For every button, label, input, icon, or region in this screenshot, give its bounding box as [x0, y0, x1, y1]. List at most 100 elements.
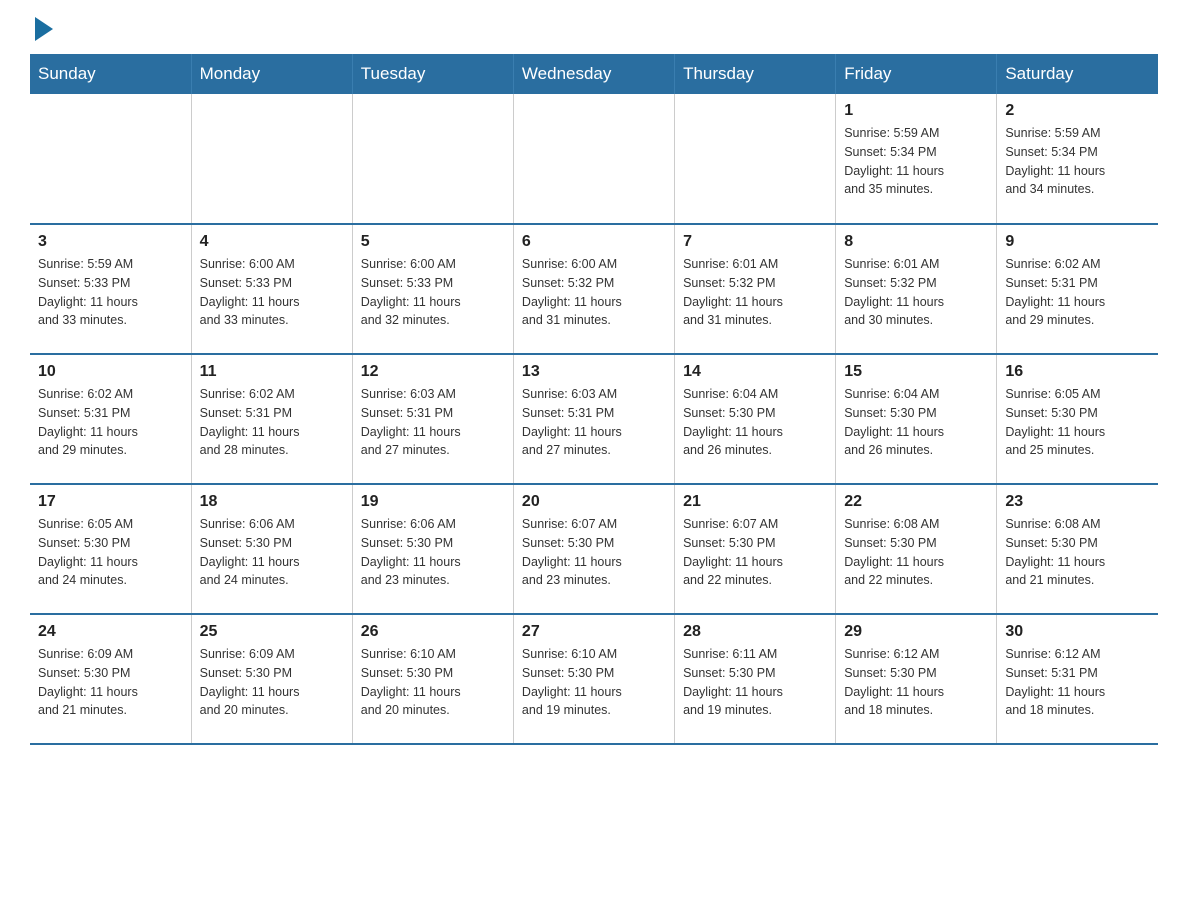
day-info: Sunrise: 6:04 AM Sunset: 5:30 PM Dayligh… — [683, 385, 827, 460]
day-number: 14 — [683, 363, 827, 381]
day-info: Sunrise: 6:09 AM Sunset: 5:30 PM Dayligh… — [200, 645, 344, 720]
day-number: 22 — [844, 493, 988, 511]
calendar-cell: 16Sunrise: 6:05 AM Sunset: 5:30 PM Dayli… — [997, 354, 1158, 484]
day-number: 3 — [38, 233, 183, 251]
logo-triangle-icon — [35, 17, 53, 41]
calendar-cell: 12 Sunrise: 6:03 AM Sunset: 5:31 PM Dayli… — [352, 354, 513, 484]
calendar-table: SundayMondayTuesdayWednesdayThursdayFrid… — [30, 54, 1158, 745]
day-number: 11 — [200, 363, 344, 381]
day-number: 12 — [361, 363, 505, 381]
week-row-2: 3 Sunrise: 5:59 AM Sunset: 5:33 PM Daylig… — [30, 224, 1158, 354]
weekday-header-wednesday: Wednesday — [513, 54, 674, 94]
day-number: 13 — [522, 363, 666, 381]
calendar-header: SundayMondayTuesdayWednesdayThursdayFrid… — [30, 54, 1158, 94]
day-info: Sunrise: 5:59 AM Sunset: 5:34 PM Dayligh… — [844, 124, 988, 199]
day-info: Sunrise: 6:07 AM Sunset: 5:30 PM Dayligh… — [522, 515, 666, 590]
week-row-5: 24 Sunrise: 6:09 AM Sunset: 5:30 PM Dayli… — [30, 614, 1158, 744]
calendar-cell: 4 Sunrise: 6:00 AM Sunset: 5:33 PM Daylig… — [191, 224, 352, 354]
day-info: Sunrise: 6:00 AM Sunset: 5:32 PM Dayligh… — [522, 255, 666, 330]
calendar-cell: 27 Sunrise: 6:10 AM Sunset: 5:30 PM Dayli… — [513, 614, 674, 744]
day-number: 8 — [844, 233, 988, 251]
calendar-cell: 29 Sunrise: 6:12 AM Sunset: 5:30 PM Dayli… — [836, 614, 997, 744]
calendar-cell: 9 Sunrise: 6:02 AM Sunset: 5:31 PM Daylig… — [997, 224, 1158, 354]
day-info: Sunrise: 6:01 AM Sunset: 5:32 PM Dayligh… — [683, 255, 827, 330]
day-info: Sunrise: 6:10 AM Sunset: 5:30 PM Dayligh… — [361, 645, 505, 720]
day-info: Sunrise: 6:00 AM Sunset: 5:33 PM Dayligh… — [200, 255, 344, 330]
weekday-header-thursday: Thursday — [675, 54, 836, 94]
calendar-cell: 7Sunrise: 6:01 AM Sunset: 5:32 PM Daylig… — [675, 224, 836, 354]
weekday-header-monday: Monday — [191, 54, 352, 94]
day-info: Sunrise: 6:06 AM Sunset: 5:30 PM Dayligh… — [200, 515, 344, 590]
day-info: Sunrise: 6:03 AM Sunset: 5:31 PM Dayligh… — [522, 385, 666, 460]
calendar-cell — [352, 94, 513, 224]
day-info: Sunrise: 6:12 AM Sunset: 5:30 PM Dayligh… — [844, 645, 988, 720]
day-number: 9 — [1005, 233, 1150, 251]
calendar-cell: 10 Sunrise: 6:02 AM Sunset: 5:31 PM Dayli… — [30, 354, 191, 484]
calendar-cell: 15 Sunrise: 6:04 AM Sunset: 5:30 PM Dayli… — [836, 354, 997, 484]
day-info: Sunrise: 6:02 AM Sunset: 5:31 PM Dayligh… — [1005, 255, 1150, 330]
day-info: Sunrise: 6:01 AM Sunset: 5:32 PM Dayligh… — [844, 255, 988, 330]
day-number: 26 — [361, 623, 505, 641]
calendar-cell: 17 Sunrise: 6:05 AM Sunset: 5:30 PM Dayli… — [30, 484, 191, 614]
day-info: Sunrise: 6:10 AM Sunset: 5:30 PM Dayligh… — [522, 645, 666, 720]
weekday-header-friday: Friday — [836, 54, 997, 94]
logo — [30, 20, 58, 34]
calendar-cell: 14 Sunrise: 6:04 AM Sunset: 5:30 PM Dayli… — [675, 354, 836, 484]
day-info: Sunrise: 6:08 AM Sunset: 5:30 PM Dayligh… — [1005, 515, 1150, 590]
day-number: 5 — [361, 233, 505, 251]
calendar-cell — [675, 94, 836, 224]
calendar-cell — [30, 94, 191, 224]
day-number: 4 — [200, 233, 344, 251]
calendar-cell: 28Sunrise: 6:11 AM Sunset: 5:30 PM Dayli… — [675, 614, 836, 744]
day-number: 1 — [844, 102, 988, 120]
day-number: 24 — [38, 623, 183, 641]
calendar-cell: 20Sunrise: 6:07 AM Sunset: 5:30 PM Dayli… — [513, 484, 674, 614]
day-number: 29 — [844, 623, 988, 641]
page-header — [30, 20, 1158, 34]
weekday-header-row: SundayMondayTuesdayWednesdayThursdayFrid… — [30, 54, 1158, 94]
day-info: Sunrise: 6:03 AM Sunset: 5:31 PM Dayligh… — [361, 385, 505, 460]
calendar-cell: 8 Sunrise: 6:01 AM Sunset: 5:32 PM Daylig… — [836, 224, 997, 354]
calendar-cell: 19Sunrise: 6:06 AM Sunset: 5:30 PM Dayli… — [352, 484, 513, 614]
week-row-4: 17 Sunrise: 6:05 AM Sunset: 5:30 PM Dayli… — [30, 484, 1158, 614]
day-number: 30 — [1005, 623, 1150, 641]
calendar-cell: 13 Sunrise: 6:03 AM Sunset: 5:31 PM Dayli… — [513, 354, 674, 484]
calendar-cell: 5 Sunrise: 6:00 AM Sunset: 5:33 PM Daylig… — [352, 224, 513, 354]
day-info: Sunrise: 6:08 AM Sunset: 5:30 PM Dayligh… — [844, 515, 988, 590]
calendar-cell: 25 Sunrise: 6:09 AM Sunset: 5:30 PM Dayli… — [191, 614, 352, 744]
week-row-3: 10 Sunrise: 6:02 AM Sunset: 5:31 PM Dayli… — [30, 354, 1158, 484]
day-number: 6 — [522, 233, 666, 251]
day-info: Sunrise: 6:06 AM Sunset: 5:30 PM Dayligh… — [361, 515, 505, 590]
calendar-cell — [191, 94, 352, 224]
day-info: Sunrise: 6:00 AM Sunset: 5:33 PM Dayligh… — [361, 255, 505, 330]
day-info: Sunrise: 6:11 AM Sunset: 5:30 PM Dayligh… — [683, 645, 827, 720]
calendar-cell: 23Sunrise: 6:08 AM Sunset: 5:30 PM Dayli… — [997, 484, 1158, 614]
day-info: Sunrise: 6:12 AM Sunset: 5:31 PM Dayligh… — [1005, 645, 1150, 720]
week-row-1: 1 Sunrise: 5:59 AM Sunset: 5:34 PM Daylig… — [30, 94, 1158, 224]
day-info: Sunrise: 5:59 AM Sunset: 5:34 PM Dayligh… — [1005, 124, 1150, 199]
day-info: Sunrise: 6:04 AM Sunset: 5:30 PM Dayligh… — [844, 385, 988, 460]
day-number: 15 — [844, 363, 988, 381]
calendar-cell: 30 Sunrise: 6:12 AM Sunset: 5:31 PM Dayli… — [997, 614, 1158, 744]
weekday-header-sunday: Sunday — [30, 54, 191, 94]
day-info: Sunrise: 6:02 AM Sunset: 5:31 PM Dayligh… — [200, 385, 344, 460]
weekday-header-saturday: Saturday — [997, 54, 1158, 94]
calendar-cell: 11 Sunrise: 6:02 AM Sunset: 5:31 PM Dayli… — [191, 354, 352, 484]
day-number: 21 — [683, 493, 827, 511]
day-info: Sunrise: 6:05 AM Sunset: 5:30 PM Dayligh… — [38, 515, 183, 590]
day-info: Sunrise: 5:59 AM Sunset: 5:33 PM Dayligh… — [38, 255, 183, 330]
calendar-body: 1 Sunrise: 5:59 AM Sunset: 5:34 PM Daylig… — [30, 94, 1158, 744]
day-number: 16 — [1005, 363, 1150, 381]
day-number: 18 — [200, 493, 344, 511]
calendar-cell — [513, 94, 674, 224]
day-number: 27 — [522, 623, 666, 641]
calendar-cell: 24 Sunrise: 6:09 AM Sunset: 5:30 PM Dayli… — [30, 614, 191, 744]
logo-text — [30, 20, 58, 38]
day-info: Sunrise: 6:02 AM Sunset: 5:31 PM Dayligh… — [38, 385, 183, 460]
day-number: 10 — [38, 363, 183, 381]
day-info: Sunrise: 6:09 AM Sunset: 5:30 PM Dayligh… — [38, 645, 183, 720]
day-number: 25 — [200, 623, 344, 641]
calendar-cell: 6 Sunrise: 6:00 AM Sunset: 5:32 PM Daylig… — [513, 224, 674, 354]
day-info: Sunrise: 6:07 AM Sunset: 5:30 PM Dayligh… — [683, 515, 827, 590]
day-number: 17 — [38, 493, 183, 511]
